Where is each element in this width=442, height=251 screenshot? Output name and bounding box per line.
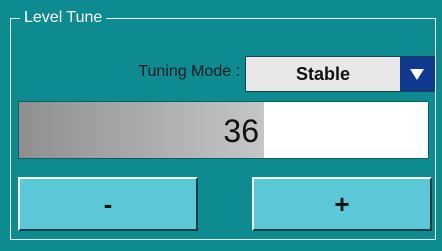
- chevron-down-icon: [410, 69, 424, 80]
- tuning-mode-label: Tuning Mode :: [138, 63, 240, 80]
- decrease-button[interactable]: -: [18, 177, 198, 231]
- level-value: 36: [223, 113, 259, 149]
- increase-button[interactable]: +: [252, 177, 432, 231]
- dropdown-arrow-button[interactable]: [400, 57, 434, 91]
- tuning-mode-dropdown[interactable]: Stable: [245, 56, 435, 92]
- panel-title: Level Tune: [20, 8, 107, 28]
- tuning-mode-value: Stable: [295, 64, 351, 84]
- level-display: 36: [18, 101, 429, 159]
